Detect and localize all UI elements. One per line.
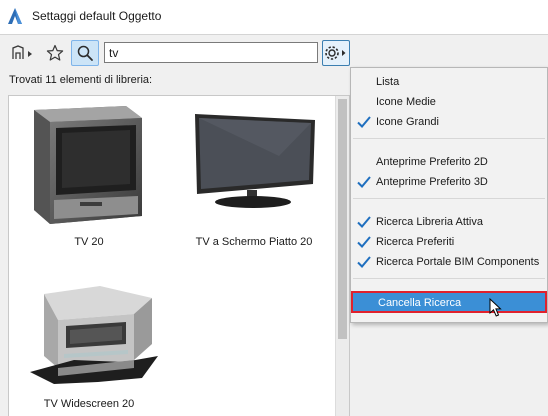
mouse-cursor-icon — [489, 298, 502, 317]
check-icon — [357, 236, 371, 248]
archicad-logo-icon — [8, 8, 22, 24]
scrollbar-thumb[interactable] — [338, 99, 347, 339]
results-scrollbar[interactable] — [335, 96, 349, 416]
menu-item-anteprime-3d[interactable]: Anteprime Preferito 3D — [351, 172, 547, 192]
menu-item-lista[interactable]: Lista — [351, 72, 547, 92]
menu-item-cancella-ricerca[interactable]: Cancella Ricerca — [351, 291, 547, 317]
menu-item-ricerca-portale-bim[interactable]: Ricerca Portale BIM Components — [351, 252, 547, 272]
star-icon — [46, 44, 64, 61]
library-item-caption: TV Widescreen 20 — [43, 398, 135, 410]
check-icon — [357, 116, 371, 128]
library-tree-button[interactable] — [9, 41, 39, 65]
check-icon — [357, 256, 371, 268]
menu-item-label: Icone Grandi — [376, 116, 439, 128]
library-item-tile[interactable]: TV Widescreen 20 — [14, 260, 164, 416]
favorites-button[interactable] — [43, 41, 67, 65]
flat-tv-20-thumbnail — [195, 114, 315, 208]
menu-item-icone-grandi[interactable]: Icone Grandi — [351, 112, 547, 132]
library-tree-icon — [12, 45, 32, 59]
widescreen-tv-20-thumbnail — [30, 286, 158, 384]
menu-item-label: Icone Medie — [376, 96, 436, 108]
menu-item-label: Ricerca Preferiti — [376, 236, 455, 248]
results-count-label: Trovati 11 elementi di libreria: — [9, 74, 153, 86]
search-settings-menu: Lista Icone Medie Icone Grandi Anteprime… — [350, 67, 548, 323]
menu-item-anteprime-2d[interactable]: Anteprime Preferito 2D — [351, 152, 547, 172]
library-item-caption: TV a Schermo Piatto 20 — [195, 236, 313, 248]
object-settings-dialog: Trovati 11 elementi di libreria: TV 20 — [0, 34, 548, 416]
library-item-tile[interactable]: TV 20 — [14, 98, 164, 258]
menu-item-icone-medie[interactable]: Icone Medie — [351, 92, 547, 112]
menu-item-ricerca-preferiti[interactable]: Ricerca Preferiti — [351, 232, 547, 252]
library-item-caption: TV 20 — [74, 236, 104, 248]
menu-separator — [353, 138, 545, 139]
toolbar — [0, 35, 548, 69]
library-results-panel: TV 20 TV a Schermo Piatto 20 TV Widescre… — [8, 95, 350, 416]
menu-separator — [353, 278, 545, 279]
tv-20-thumbnail — [34, 106, 142, 224]
menu-item-ricerca-libreria-attiva[interactable]: Ricerca Libreria Attiva — [351, 212, 547, 232]
search-input[interactable] — [104, 42, 318, 63]
check-icon — [357, 216, 371, 228]
search-toggle-button[interactable] — [71, 40, 99, 66]
search-settings-button[interactable] — [322, 40, 350, 66]
menu-item-label: Lista — [376, 76, 400, 88]
library-item-tile[interactable]: TV a Schermo Piatto 20 — [179, 98, 329, 258]
menu-item-label: Ricerca Portale BIM Components — [376, 256, 540, 268]
menu-item-label: Anteprime Preferito 3D — [376, 176, 488, 188]
gear-icon — [325, 46, 346, 60]
menu-item-label: Anteprime Preferito 2D — [376, 156, 488, 168]
menu-item-label: Ricerca Libreria Attiva — [376, 216, 483, 228]
check-icon — [357, 176, 371, 188]
search-icon — [77, 45, 93, 61]
menu-separator — [353, 198, 545, 199]
title-bar: Settaggi default Oggetto — [0, 0, 548, 34]
menu-item-label: Cancella Ricerca — [378, 297, 462, 309]
window-title: Settaggi default Oggetto — [32, 9, 162, 23]
